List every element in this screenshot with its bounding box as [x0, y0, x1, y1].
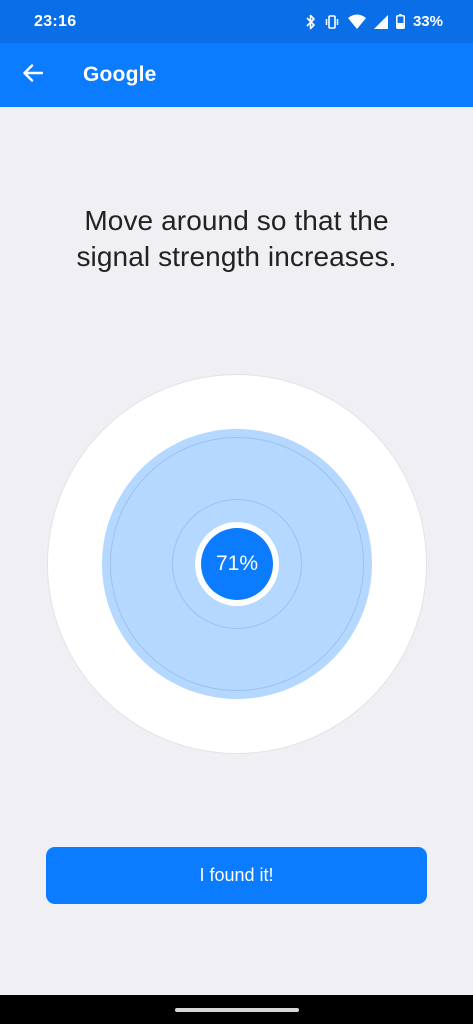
status-icons: 33%: [306, 13, 443, 30]
wifi-icon: [347, 14, 366, 29]
instruction-text: Move around so that the signal strength …: [0, 203, 473, 275]
status-bar: 23:16 33%: [0, 0, 473, 43]
back-button[interactable]: [3, 43, 63, 107]
signal-strength-label: 71%: [215, 552, 259, 575]
instruction-line-2: signal strength increases.: [76, 241, 397, 272]
screen: 23:16 33% Google Move around so that the…: [0, 0, 473, 1024]
signal-strength-badge: 71%: [201, 528, 273, 600]
app-title: Google: [83, 63, 157, 86]
battery-icon: [396, 14, 405, 29]
signal-radar: 71%: [47, 374, 427, 754]
battery-percent: 33%: [412, 13, 443, 30]
navigation-bar: [0, 995, 473, 1024]
home-gesture-handle[interactable]: [175, 1008, 299, 1012]
app-bar: Google: [0, 43, 473, 107]
bluetooth-icon: [306, 14, 316, 30]
found-it-button[interactable]: I found it!: [46, 847, 427, 904]
vibrate-icon: [324, 14, 340, 30]
status-time: 23:16: [34, 12, 77, 30]
instruction-line-1: Move around so that the: [84, 205, 389, 236]
cell-signal-icon: [373, 14, 388, 29]
arrow-left-icon: [23, 63, 44, 87]
